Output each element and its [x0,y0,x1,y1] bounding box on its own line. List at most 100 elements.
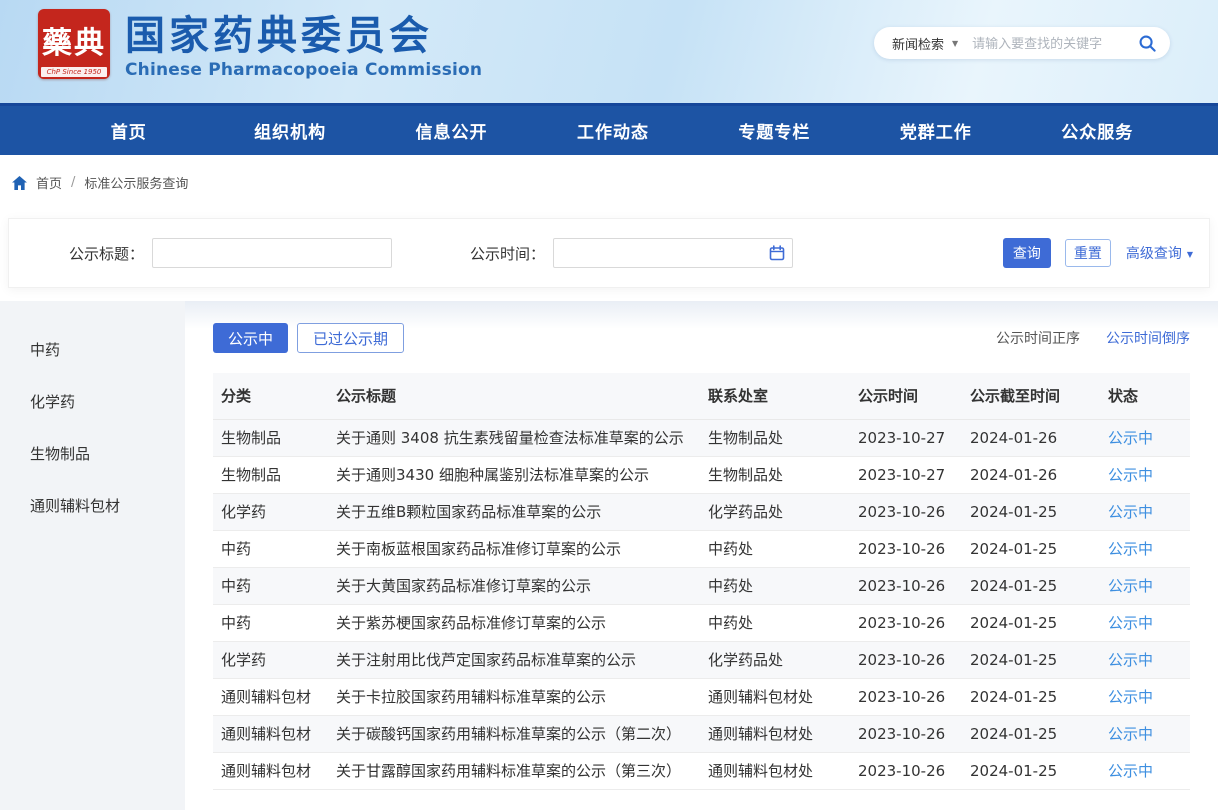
cell-title[interactable]: 关于通则 3408 抗生素残留量检查法标准草案的公示 [328,419,700,456]
tab-in-publicity[interactable]: 公示中 [213,323,288,353]
status-link[interactable]: 公示中 [1108,577,1153,595]
table-body: 生物制品关于通则 3408 抗生素残留量检查法标准草案的公示生物制品处2023-… [213,419,1190,789]
cell-office: 中药处 [700,567,850,604]
main-nav: 首页组织机构信息公开工作动态专题专栏党群工作公众服务 [0,103,1218,155]
cell-start-date: 2023-10-26 [850,567,962,604]
search-icon[interactable] [1138,34,1157,53]
status-link[interactable]: 公示中 [1108,651,1153,669]
cell-title[interactable]: 关于紫苏梗国家药品标准修订草案的公示 [328,604,700,641]
filter-time-label: 公示时间： [470,243,545,264]
nav-item-info-disclosure[interactable]: 信息公开 [371,106,532,155]
tabs-row: 公示中 已过公示期 公示时间正序 公示时间倒序 [213,323,1190,353]
search-input[interactable] [972,36,1134,51]
table-row: 中药关于大黄国家药品标准修订草案的公示中药处2023-10-262024-01-… [213,567,1190,604]
cell-status: 公示中 [1100,530,1190,567]
cell-status: 公示中 [1100,604,1190,641]
cell-office: 通则辅料包材处 [700,678,850,715]
table-row: 生物制品关于通则3430 细胞种属鉴别法标准草案的公示生物制品处2023-10-… [213,456,1190,493]
cell-office: 中药处 [700,604,850,641]
status-link[interactable]: 公示中 [1108,503,1153,521]
cell-end-date: 2024-01-26 [962,419,1100,456]
column-header: 公示截至时间 [962,373,1100,419]
calendar-icon[interactable] [769,245,785,261]
cell-title[interactable]: 关于注射用比伐芦定国家药品标准草案的公示 [328,641,700,678]
cell-title[interactable]: 关于五维B颗粒国家药品标准草案的公示 [328,493,700,530]
status-link[interactable]: 公示中 [1108,762,1153,780]
column-header: 分类 [213,373,328,419]
seal-caption: ChP Since 1950 [41,67,107,77]
filter-title-label: 公示标题： [69,243,144,264]
cell-status: 公示中 [1100,641,1190,678]
cell-category: 中药 [213,604,328,641]
search-category-dropdown[interactable]: 新闻检索 [892,34,944,53]
nav-item-organization[interactable]: 组织机构 [209,106,370,155]
cell-category: 通则辅料包材 [213,752,328,789]
site-title: 国家药典委员会 [125,13,482,59]
chevron-down-icon[interactable]: ▼ [952,39,958,48]
cell-title[interactable]: 关于通则3430 细胞种属鉴别法标准草案的公示 [328,456,700,493]
cell-office: 通则辅料包材处 [700,752,850,789]
status-link[interactable]: 公示中 [1108,429,1153,447]
cell-title[interactable]: 关于甘露醇国家药用辅料标准草案的公示（第三次） [328,752,700,789]
cell-category: 生物制品 [213,456,328,493]
sort-time-desc-link[interactable]: 公示时间倒序 [1106,328,1190,348]
nav-item-special-columns[interactable]: 专题专栏 [694,106,855,155]
cell-status: 公示中 [1100,715,1190,752]
sort-links: 公示时间正序 公示时间倒序 [996,328,1190,348]
cell-start-date: 2023-10-26 [850,641,962,678]
status-link[interactable]: 公示中 [1108,540,1153,558]
cell-start-date: 2023-10-27 [850,456,962,493]
cell-status: 公示中 [1100,678,1190,715]
sidebar-item-biological-products[interactable]: 生物制品 [0,427,185,479]
sidebar-item-tcm[interactable]: 中药 [0,323,185,375]
cell-office: 生物制品处 [700,456,850,493]
content-panel: 公示中 已过公示期 公示时间正序 公示时间倒序 分类公示标题联系处室公示时间公示… [185,301,1218,810]
nav-item-work-dynamics[interactable]: 工作动态 [532,106,693,155]
cell-office: 中药处 [700,530,850,567]
column-header: 联系处室 [700,373,850,419]
page: 藥典 ChP Since 1950 国家药典委员会 Chinese Pharma… [0,0,1218,812]
advanced-query-link[interactable]: 高级查询▼ [1126,243,1193,263]
cell-end-date: 2024-01-25 [962,715,1100,752]
cell-start-date: 2023-10-26 [850,715,962,752]
cell-category: 中药 [213,567,328,604]
column-header: 状态 [1100,373,1190,419]
cell-end-date: 2024-01-25 [962,752,1100,789]
site-titles: 国家药典委员会 Chinese Pharmacopoeia Commission [125,9,482,80]
cell-title[interactable]: 关于大黄国家药品标准修订草案的公示 [328,567,700,604]
sort-time-asc-link[interactable]: 公示时间正序 [996,328,1080,348]
table-row: 中药关于紫苏梗国家药品标准修订草案的公示中药处2023-10-262024-01… [213,604,1190,641]
nav-item-party-work[interactable]: 党群工作 [855,106,1016,155]
cell-title[interactable]: 关于卡拉胶国家药用辅料标准草案的公示 [328,678,700,715]
logo: 藥典 ChP Since 1950 国家药典委员会 Chinese Pharma… [38,9,482,80]
status-link[interactable]: 公示中 [1108,466,1153,484]
cell-title[interactable]: 关于碳酸钙国家药用辅料标准草案的公示（第二次） [328,715,700,752]
cell-end-date: 2024-01-25 [962,641,1100,678]
reset-button[interactable]: 重置 [1065,239,1111,267]
chp-seal-logo: 藥典 ChP Since 1950 [38,9,110,79]
cell-office: 通则辅料包材处 [700,715,850,752]
status-link[interactable]: 公示中 [1108,688,1153,706]
cell-start-date: 2023-10-26 [850,752,962,789]
breadcrumb-current: 标准公示服务查询 [84,173,188,192]
filter-buttons: 查询 重置 高级查询▼ [1003,238,1193,268]
home-icon[interactable] [12,176,27,190]
filter-time-input[interactable] [553,238,793,268]
status-link[interactable]: 公示中 [1108,614,1153,632]
status-link[interactable]: 公示中 [1108,725,1153,743]
table-row: 化学药关于注射用比伐芦定国家药品标准草案的公示化学药品处2023-10-2620… [213,641,1190,678]
cell-start-date: 2023-10-26 [850,678,962,715]
cell-category: 化学药 [213,493,328,530]
query-button[interactable]: 查询 [1003,238,1051,268]
filter-title-input[interactable] [152,238,392,268]
nav-item-public-service[interactable]: 公众服务 [1017,106,1178,155]
sidebar-item-general-excipient-packaging[interactable]: 通则辅料包材 [0,479,185,531]
tab-expired-publicity[interactable]: 已过公示期 [297,323,404,353]
cell-title[interactable]: 关于南板蓝根国家药品标准修订草案的公示 [328,530,700,567]
nav-item-home[interactable]: 首页 [48,106,209,155]
cell-status: 公示中 [1100,493,1190,530]
main-nav-items: 首页组织机构信息公开工作动态专题专栏党群工作公众服务 [48,106,1178,155]
sidebar-item-chemical-drug[interactable]: 化学药 [0,375,185,427]
breadcrumb-home-link[interactable]: 首页 [36,173,62,192]
cell-end-date: 2024-01-25 [962,493,1100,530]
